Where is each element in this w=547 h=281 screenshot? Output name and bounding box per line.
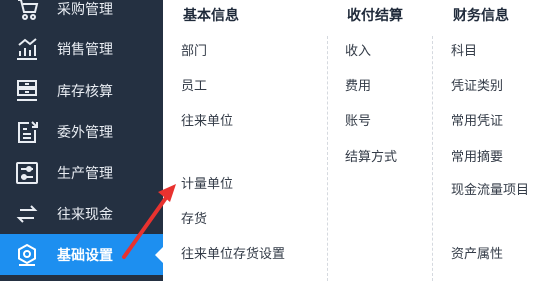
basic-settings-menu: 基本信息 部门 员工 往来单位 计量单位 存货 往来单位存货设置 收付结算 收入… [163, 0, 547, 281]
column-divider [432, 36, 433, 281]
menu-link-account[interactable]: 账号 [345, 110, 371, 129]
menu-link-asset-attribute[interactable]: 资产属性 [451, 243, 503, 262]
settings-gear-icon [14, 242, 40, 268]
menu-link-common-summary[interactable]: 常用摘要 [451, 146, 503, 165]
sidebar-item-basic-settings[interactable]: 基础设置 [0, 234, 163, 275]
menu-link-department[interactable]: 部门 [181, 40, 207, 59]
purchase-icon [14, 0, 40, 22]
sidebar: 采购管理 销售管理 库存核算 委外管理 生产管理 往来现金 基础设置 [0, 0, 163, 281]
sidebar-item-label: 销售管理 [57, 41, 113, 58]
column-title-settlement: 收付结算 [347, 8, 403, 24]
production-icon [14, 160, 40, 186]
sidebar-item-outsource[interactable]: 委外管理 [0, 111, 163, 152]
outsource-icon [14, 119, 40, 145]
sidebar-item-label: 委外管理 [57, 124, 113, 141]
sales-chart-icon [14, 36, 40, 62]
sidebar-item-label: 库存核算 [57, 83, 113, 100]
menu-link-cash-flow-item[interactable]: 现金流量项目 [451, 179, 529, 198]
sidebar-item-purchase[interactable]: 采购管理 [0, 0, 163, 29]
menu-link-partner-stock-settings[interactable]: 往来单位存货设置 [181, 243, 285, 262]
menu-link-common-voucher[interactable]: 常用凭证 [451, 110, 503, 129]
menu-link-unit-of-measure[interactable]: 计量单位 [181, 173, 233, 192]
menu-link-subject[interactable]: 科目 [451, 40, 477, 59]
column-title-basic-info: 基本信息 [183, 8, 239, 24]
sidebar-item-label: 基础设置 [57, 247, 113, 264]
sidebar-item-label: 往来现金 [57, 206, 113, 223]
sidebar-item-sales[interactable]: 销售管理 [0, 28, 163, 69]
column-title-finance: 财务信息 [453, 8, 509, 24]
sidebar-item-label: 生产管理 [57, 165, 113, 182]
sidebar-item-cash[interactable]: 往来现金 [0, 193, 163, 234]
column-divider [327, 36, 328, 281]
menu-link-settlement-method[interactable]: 结算方式 [345, 146, 397, 165]
menu-link-voucher-type[interactable]: 凭证类别 [451, 75, 503, 94]
inventory-icon [14, 78, 40, 104]
menu-link-partner[interactable]: 往来单位 [181, 110, 233, 129]
sidebar-item-label: 采购管理 [57, 1, 113, 18]
menu-link-income[interactable]: 收入 [345, 40, 371, 59]
menu-link-stock[interactable]: 存货 [181, 208, 207, 227]
sidebar-item-production[interactable]: 生产管理 [0, 152, 163, 193]
cash-flow-icon [14, 201, 40, 227]
menu-link-expense[interactable]: 费用 [345, 75, 371, 94]
menu-link-employee[interactable]: 员工 [181, 75, 207, 94]
sidebar-item-inventory[interactable]: 库存核算 [0, 70, 163, 111]
